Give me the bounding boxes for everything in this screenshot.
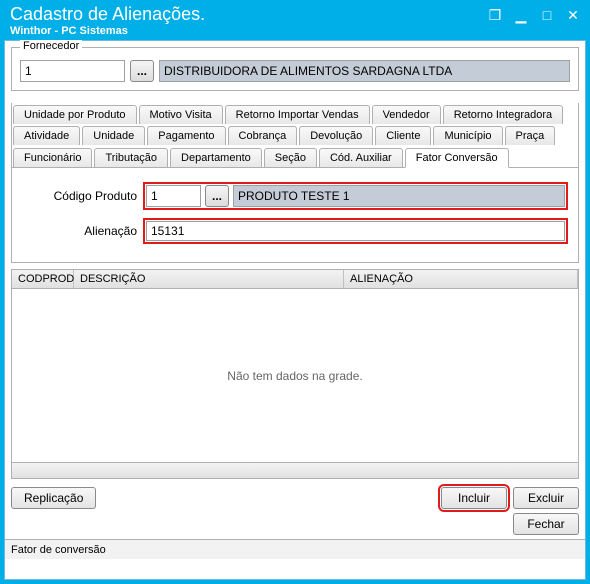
tab-atividade[interactable]: Atividade bbox=[13, 126, 80, 145]
grid-col-descricao[interactable]: DESCRIÇÃO bbox=[74, 270, 344, 288]
restore-icon[interactable]: ❐ bbox=[486, 6, 504, 24]
produto-lookup-button[interactable]: ... bbox=[205, 185, 229, 207]
codigo-produto-highlight: ... PRODUTO TESTE 1 bbox=[143, 182, 568, 210]
tab-retorno-integradora[interactable]: Retorno Integradora bbox=[443, 105, 563, 124]
alienacao-highlight bbox=[143, 218, 568, 244]
tab-panel-fator-conversao: Código Produto ... PRODUTO TESTE 1 Alien… bbox=[12, 168, 578, 262]
window-title: Cadastro de Alienações. bbox=[10, 4, 205, 25]
tab-tributa-o[interactable]: Tributação bbox=[94, 148, 168, 167]
tab-munic-pio[interactable]: Município bbox=[433, 126, 502, 145]
tab-pagamento[interactable]: Pagamento bbox=[147, 126, 225, 145]
app-window: Cadastro de Alienações. Winthor - PC Sis… bbox=[0, 0, 590, 584]
tab-control: Unidade por ProdutoMotivo VisitaRetorno … bbox=[11, 103, 579, 263]
excluir-button[interactable]: Excluir bbox=[513, 487, 579, 509]
tab-departamento[interactable]: Departamento bbox=[170, 148, 262, 167]
tab-retorno-importar-vendas[interactable]: Retorno Importar Vendas bbox=[225, 105, 370, 124]
grid-header: CODPROD DESCRIÇÃO ALIENAÇÃO bbox=[12, 270, 578, 289]
tab-motivo-visita[interactable]: Motivo Visita bbox=[139, 105, 223, 124]
client-area: Fornecedor ... DISTRIBUIDORA DE ALIMENTO… bbox=[4, 40, 586, 580]
tab-funcion-rio[interactable]: Funcionário bbox=[13, 148, 92, 167]
tab-strip: Unidade por ProdutoMotivo VisitaRetorno … bbox=[12, 103, 578, 168]
incluir-button[interactable]: Incluir bbox=[441, 487, 507, 509]
minimize-icon[interactable]: ▁ bbox=[512, 6, 530, 24]
action-button-row: Replicação Incluir Excluir bbox=[11, 487, 579, 509]
title-bar: Cadastro de Alienações. Winthor - PC Sis… bbox=[0, 0, 590, 40]
tab-devolu-o[interactable]: Devolução bbox=[299, 126, 373, 145]
fornecedor-label: Fornecedor bbox=[20, 40, 82, 52]
data-grid: CODPROD DESCRIÇÃO ALIENAÇÃO Não tem dado… bbox=[11, 269, 579, 479]
grid-empty-message: Não tem dados na grade. bbox=[12, 289, 578, 462]
close-button-row: Fechar bbox=[11, 513, 579, 535]
fornecedor-group: Fornecedor ... DISTRIBUIDORA DE ALIMENTO… bbox=[11, 47, 579, 91]
window-subtitle: Winthor - PC Sistemas bbox=[10, 25, 205, 38]
grid-col-alienacao[interactable]: ALIENAÇÃO bbox=[344, 270, 578, 288]
tab-fator-convers-o[interactable]: Fator Conversão bbox=[405, 148, 509, 168]
grid-col-codprod[interactable]: CODPROD bbox=[12, 270, 74, 288]
fornecedor-code-input[interactable] bbox=[20, 60, 125, 82]
status-bar: Fator de conversão bbox=[5, 539, 585, 559]
tab-vendedor[interactable]: Vendedor bbox=[372, 105, 441, 124]
tab-se-o[interactable]: Seção bbox=[264, 148, 317, 167]
tab-unidade[interactable]: Unidade bbox=[82, 126, 145, 145]
replicacao-button[interactable]: Replicação bbox=[11, 487, 96, 509]
alienacao-input[interactable] bbox=[146, 221, 565, 241]
fechar-button[interactable]: Fechar bbox=[513, 513, 579, 535]
tab-c-d-auxiliar[interactable]: Cód. Auxiliar bbox=[319, 148, 403, 167]
fornecedor-lookup-button[interactable]: ... bbox=[130, 60, 154, 82]
close-icon[interactable]: ✕ bbox=[564, 6, 582, 24]
alienacao-label: Alienação bbox=[22, 224, 137, 238]
window-controls: ❐ ▁ □ ✕ bbox=[486, 6, 582, 24]
tab-cobran-a[interactable]: Cobrança bbox=[228, 126, 298, 145]
codigo-produto-input[interactable] bbox=[146, 185, 201, 207]
status-text: Fator de conversão bbox=[11, 544, 106, 556]
tab-cliente[interactable]: Cliente bbox=[375, 126, 431, 145]
tab-pra-a[interactable]: Praça bbox=[505, 126, 556, 145]
maximize-icon[interactable]: □ bbox=[538, 6, 556, 24]
grid-footer bbox=[12, 462, 578, 478]
title-text: Cadastro de Alienações. Winthor - PC Sis… bbox=[10, 4, 205, 37]
fornecedor-name: DISTRIBUIDORA DE ALIMENTOS SARDAGNA LTDA bbox=[159, 60, 570, 82]
produto-descricao: PRODUTO TESTE 1 bbox=[233, 185, 565, 207]
tab-unidade-por-produto[interactable]: Unidade por Produto bbox=[13, 105, 137, 124]
codigo-produto-label: Código Produto bbox=[22, 189, 137, 203]
